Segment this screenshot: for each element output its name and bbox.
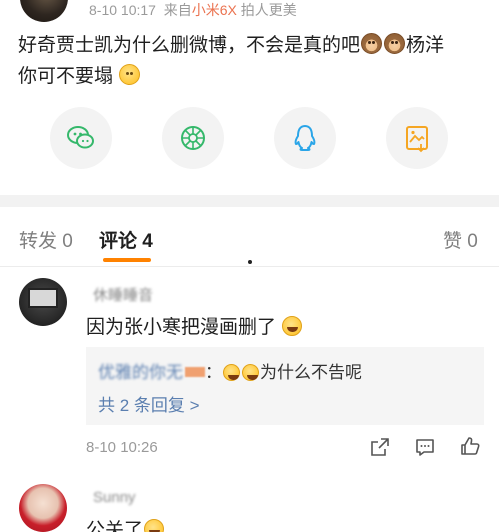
share-comment-button[interactable] xyxy=(369,436,391,458)
comment-text-content: 因为张小寒把漫画删了 xyxy=(86,317,277,338)
commenter-avatar[interactable] xyxy=(19,278,67,326)
author-avatar[interactable] xyxy=(20,0,68,22)
monkey-emoji-icon xyxy=(384,33,406,54)
reply-comment-button[interactable] xyxy=(414,436,436,458)
commenter-name[interactable]: 休睡睡音 xyxy=(93,284,153,305)
laugh-emoji-icon xyxy=(282,316,303,336)
section-divider xyxy=(0,195,499,207)
post-source-label: 来自 xyxy=(163,2,192,18)
share-wechat-button[interactable] xyxy=(50,107,112,169)
share-moments-button[interactable] xyxy=(162,107,224,169)
laugh-emoji-icon xyxy=(242,364,259,381)
post-body: 好奇贾士凯为什么删微博，不会是真的吧 杨洋 你可不要塌 xyxy=(18,30,488,92)
reply-text: 为什么不告呢 xyxy=(260,363,362,382)
comment-time: 8-10 10:26 xyxy=(86,439,158,456)
post-text-part2: 杨洋 xyxy=(406,35,445,56)
post-device[interactable]: 小米6X xyxy=(192,2,237,18)
reply-count-link[interactable]: 共 2 条回复 > xyxy=(98,391,200,416)
commenter-name[interactable]: Sunny xyxy=(93,489,136,506)
wechat-icon xyxy=(67,126,94,149)
laugh-emoji-icon xyxy=(144,519,165,532)
tab-likes[interactable]: 赞 0 xyxy=(443,226,478,253)
share-icon xyxy=(371,438,389,456)
share-row xyxy=(0,107,499,171)
reply-preview[interactable]: 优雅的你无：为什么不告呢 共 2 条回复 > xyxy=(86,347,484,425)
reply-author[interactable]: 优雅的你无 xyxy=(98,363,183,382)
laugh-emoji-icon xyxy=(223,364,240,381)
post-device-tagline: 拍人更美 xyxy=(240,2,297,18)
dot-marker xyxy=(248,260,252,264)
comment-tabs: 转发 0 评论 4 赞 0 xyxy=(0,207,499,267)
thumbs-up-icon xyxy=(461,437,480,455)
comment-text: 公关了 xyxy=(86,515,165,532)
reply-line: 优雅的你无：为什么不告呢 xyxy=(98,363,362,382)
smile-emoji-icon xyxy=(119,64,141,85)
comment-text: 因为张小寒把漫画删了 xyxy=(86,312,303,339)
post-meta: 8-10 10:17 来自小米6X 拍人更美 xyxy=(89,0,297,20)
comment-icon xyxy=(416,439,434,456)
tab-comments[interactable]: 评论 4 xyxy=(99,226,153,253)
post-text-part1: 好奇贾士凯为什么删微博，不会是真的吧 xyxy=(18,35,361,56)
commenter-avatar[interactable] xyxy=(19,484,67,532)
tab-repost[interactable]: 转发 0 xyxy=(19,226,73,253)
qq-icon xyxy=(294,125,316,151)
save-image-icon xyxy=(406,126,428,153)
comment-text-content: 公关了 xyxy=(86,520,144,532)
post-time: 8-10 10:17 xyxy=(89,2,156,18)
save-image-button[interactable] xyxy=(386,107,448,169)
post-text-part3: 你可不要塌 xyxy=(18,66,114,87)
active-tab-indicator xyxy=(103,258,151,262)
post-header: 8-10 10:17 来自小米6X 拍人更美 xyxy=(0,0,499,26)
monkey-emoji-icon xyxy=(361,33,383,54)
like-comment-button[interactable] xyxy=(459,435,481,457)
badge-icon xyxy=(185,367,205,377)
moments-icon xyxy=(181,126,205,150)
share-qq-button[interactable] xyxy=(274,107,336,169)
